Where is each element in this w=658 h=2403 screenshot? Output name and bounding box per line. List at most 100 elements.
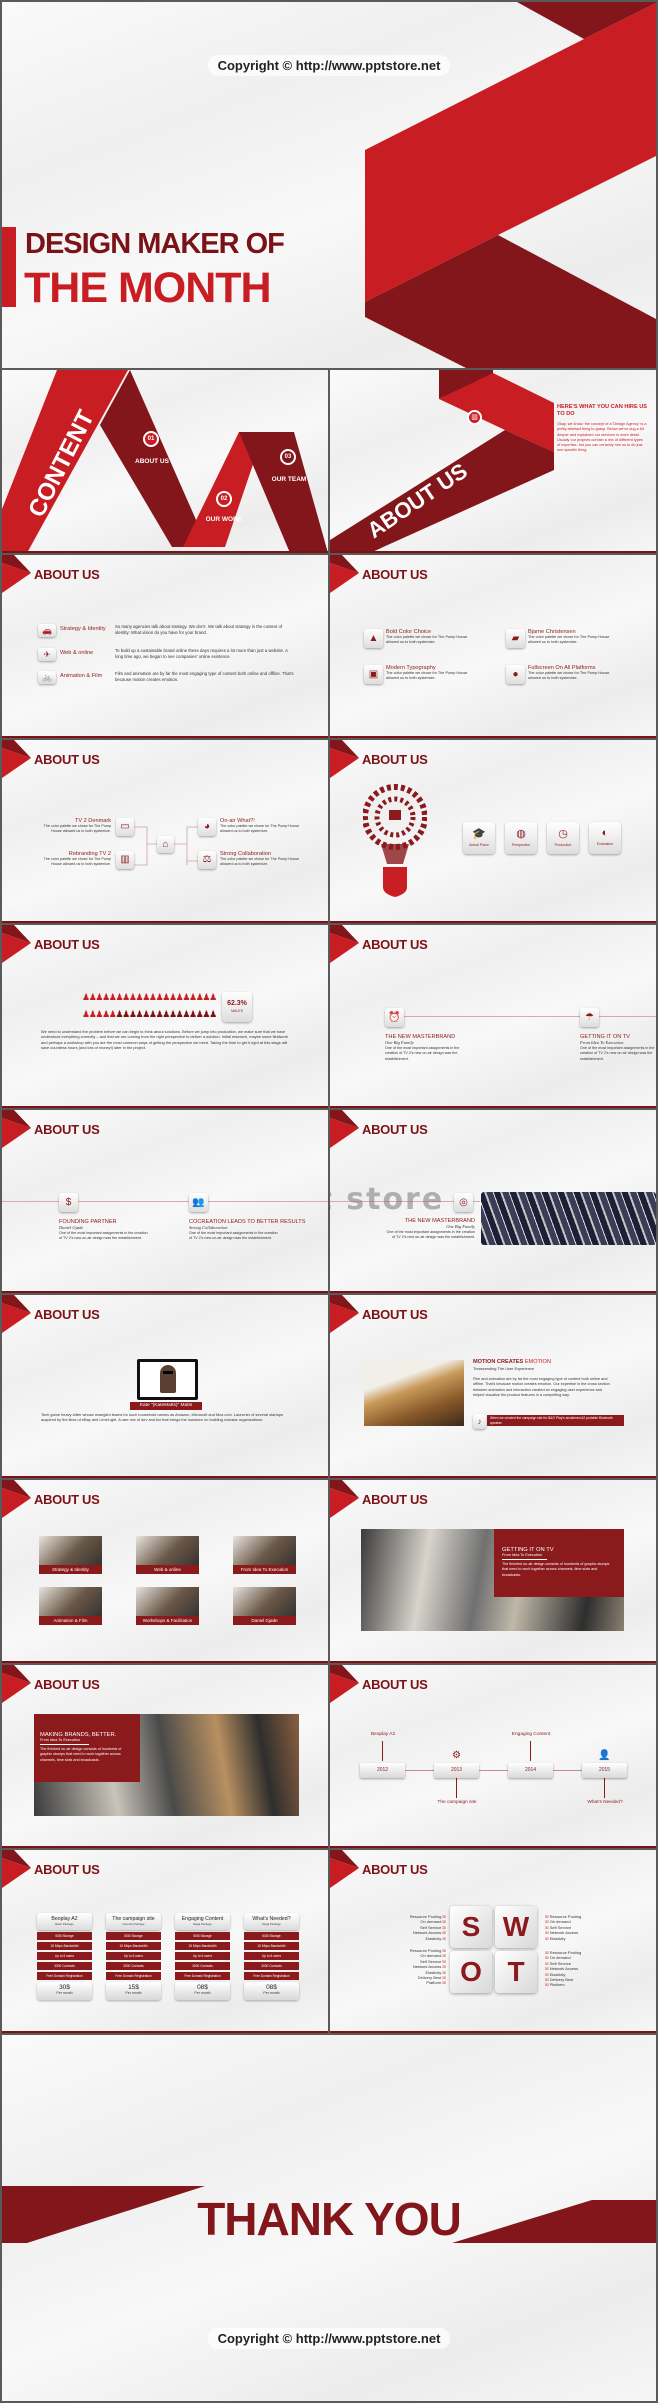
- gallery-tile[interactable]: Workshops & Facilitation: [136, 1587, 199, 1625]
- feature-grid: ▲ Bold Color Choice The color palette we…: [364, 629, 654, 684]
- plan-period: Per month: [263, 1991, 280, 1995]
- header-chevron-icon: [2, 1480, 31, 1518]
- person-icon: ♟: [148, 1009, 157, 1019]
- masterbrand-text: One of the most important assignments in…: [386, 1230, 475, 1240]
- gallery-caption: Web & online: [136, 1565, 199, 1574]
- plan-price-box[interactable]: 08$ Per month: [175, 1982, 230, 2000]
- plan-header: What's Needed? Mega Package: [244, 1913, 299, 1930]
- process-card[interactable]: 🎓 Actual Prace: [463, 822, 495, 854]
- timeline-item: The campaign site ⚙ 2013: [434, 1732, 479, 1807]
- feature-item: ▣ Modern Typography The color palette we…: [364, 665, 506, 684]
- pricing-column: Beoplay A2 Basic Package 5GB Storage 15 M…: [37, 1913, 92, 2000]
- tree-text: The color palette we chose for The Pump …: [220, 857, 300, 866]
- motion-title: MOTION CREATES EMOTION: [473, 1359, 551, 1365]
- process-card-label: Perspective: [511, 843, 531, 847]
- home-icon: ⌂: [157, 836, 174, 853]
- gallery-tile[interactable]: Daniel Gjøde: [233, 1587, 296, 1625]
- service-list: 🚗 Strategy & Identity So many agencies t…: [38, 624, 308, 695]
- stat-label: MALES: [231, 1009, 243, 1013]
- menu-item-our-work[interactable]: OUR WORK: [201, 516, 247, 523]
- person-icon: ♟: [175, 992, 184, 1002]
- person-icon: ♟: [195, 992, 204, 1002]
- plan-features: 5GB Storage 15 Mbps Bandwidth Up to 6 user…: [244, 1932, 299, 1980]
- plan-feature: 3000 Contacts: [106, 1962, 161, 1970]
- plan-price-box[interactable]: 30$ Per month: [37, 1982, 92, 2000]
- person-icon: ♟: [108, 1009, 117, 1019]
- person-icon: ♟: [162, 1009, 171, 1019]
- plan-price-box[interactable]: 08$ Per month: [244, 1982, 299, 2000]
- tree-right-2: Strong Collaboration The color palette we…: [220, 851, 300, 867]
- plan-price-box[interactable]: 15$ Per month: [106, 1982, 161, 2000]
- timeline-year[interactable]: 2013: [434, 1763, 479, 1778]
- partner-icon: $: [59, 1193, 78, 1212]
- timeline-year[interactable]: 2014: [508, 1763, 553, 1778]
- plan-price: 08$: [197, 1984, 208, 1991]
- service-item: 🚲 Animation & Film Film and animation ar…: [38, 671, 308, 695]
- slide-timeline: ABOUT US Beoplay A2 2012 The campaign si…: [330, 1665, 656, 1848]
- swot-letter: S: [450, 1906, 492, 1948]
- thank-you-heading: THANK YOU: [197, 2193, 462, 2245]
- gallery-caption: From Idea To Execution: [233, 1565, 296, 1574]
- timeline-stem: [382, 1741, 383, 1761]
- person-icon: ♟: [102, 1009, 111, 1019]
- process-card[interactable]: ◍ Perspective: [505, 822, 537, 854]
- globe-icon: ◎: [454, 1193, 473, 1212]
- plan-period: Per month: [125, 1991, 142, 1995]
- stat-value: 62.3%: [227, 1000, 247, 1007]
- process-card[interactable]: ◷ Production: [547, 822, 579, 854]
- person-icon: ♟: [82, 1009, 91, 1019]
- person-icon: ♟: [162, 992, 171, 1002]
- timeline-year[interactable]: 2015: [582, 1763, 627, 1778]
- pricing-column: Engaging Content Mega Package 5GB Storag…: [175, 1913, 230, 2000]
- process-card-label: Production: [554, 843, 572, 847]
- slide-title: ABOUT US: [362, 752, 428, 767]
- slide-masterbrand: ABOUT US ◎ THE NEW MASTERBRAND One Big F…: [330, 1110, 656, 1293]
- process-card-icon: ◷: [558, 828, 568, 840]
- plan-price: 30$: [59, 1984, 70, 1991]
- motion-title-light: EMOTION: [524, 1359, 551, 1365]
- person-icon: ♟: [189, 992, 198, 1002]
- copyright-notice: Copyright © http://www.pptstore.net: [2, 2328, 656, 2349]
- timeline-year[interactable]: 2012: [360, 1763, 405, 1778]
- feature-text: The color palette we chose for The Pump …: [386, 671, 468, 680]
- person-icon: ♟: [155, 1009, 164, 1019]
- timeline-icon: 👤: [598, 1750, 611, 1761]
- process-card-icon: ◐: [601, 827, 609, 839]
- timeline-stem: [604, 1778, 605, 1798]
- service-text: So many agencies talk about strategy. We…: [115, 624, 283, 635]
- menu-item-our-team[interactable]: OUR TEAM: [266, 476, 312, 483]
- feature-icon: ▰: [506, 629, 525, 648]
- plan-features: 5GB Storage 15 Mbps Bandwidth Up to 6 user…: [37, 1932, 92, 1980]
- tree-left-1: TV 2 Denmark The color palette we chose f…: [32, 818, 111, 834]
- gallery-tile[interactable]: From Idea To Execution: [233, 1536, 296, 1574]
- gallery-grid: Strategy & Identity Web & online From Id…: [39, 1536, 296, 1625]
- person-icon: ♟: [122, 992, 131, 1002]
- gallery-tile[interactable]: Web & online: [136, 1536, 199, 1574]
- slide-title: ABOUT US: [34, 1122, 100, 1137]
- feature-item: ● Fullscreen On All Platforms The color …: [506, 665, 648, 684]
- plan-feature: 15 Mbps Bandwidth: [175, 1942, 230, 1950]
- masterbrand-subtitle: One Big Family: [446, 1224, 475, 1229]
- slide-title: ABOUT US: [34, 1307, 100, 1322]
- person-icon: ♟: [202, 1009, 211, 1019]
- person-icon: ♟: [115, 992, 124, 1002]
- header-chevron-icon: [330, 1850, 359, 1888]
- slide-title: ABOUT US: [34, 1677, 100, 1692]
- gallery-tile[interactable]: Strategy & Identity: [39, 1536, 102, 1574]
- service-text: Film and animation are by far the most e…: [115, 671, 294, 682]
- person-icon: ♟: [168, 992, 178, 1002]
- process-card[interactable]: ◐ Evaluation: [589, 822, 621, 854]
- feature-item: ▲ Bold Color Choice The color palette we…: [364, 629, 506, 648]
- person-icon: ♟: [128, 992, 137, 1002]
- slide-tv-collage: ABOUT US GETTING IT ON TV From Idea To E…: [330, 1480, 656, 1663]
- person-icon: ♟: [168, 1009, 178, 1019]
- gallery-tile[interactable]: Animation & Film: [39, 1587, 102, 1625]
- bulb-cards: 🎓 Actual Prace ◍ Perspective ◷ Productio…: [463, 822, 621, 854]
- title-line-1: DESIGN MAKER OF: [25, 228, 285, 260]
- swot-letter: T: [495, 1951, 537, 1993]
- timeline-list: Beoplay A2 2012 The campaign site ⚙ 2013…: [360, 1732, 627, 1807]
- plan-tier: Mega Package: [193, 1922, 212, 1926]
- partner-item: 👥 COCREATION LEADS TO BETTER RESULTS Str…: [189, 1193, 305, 1242]
- slide-title: ABOUT US: [362, 1122, 428, 1137]
- menu-item-about-us[interactable]: ABOUT US: [130, 458, 174, 465]
